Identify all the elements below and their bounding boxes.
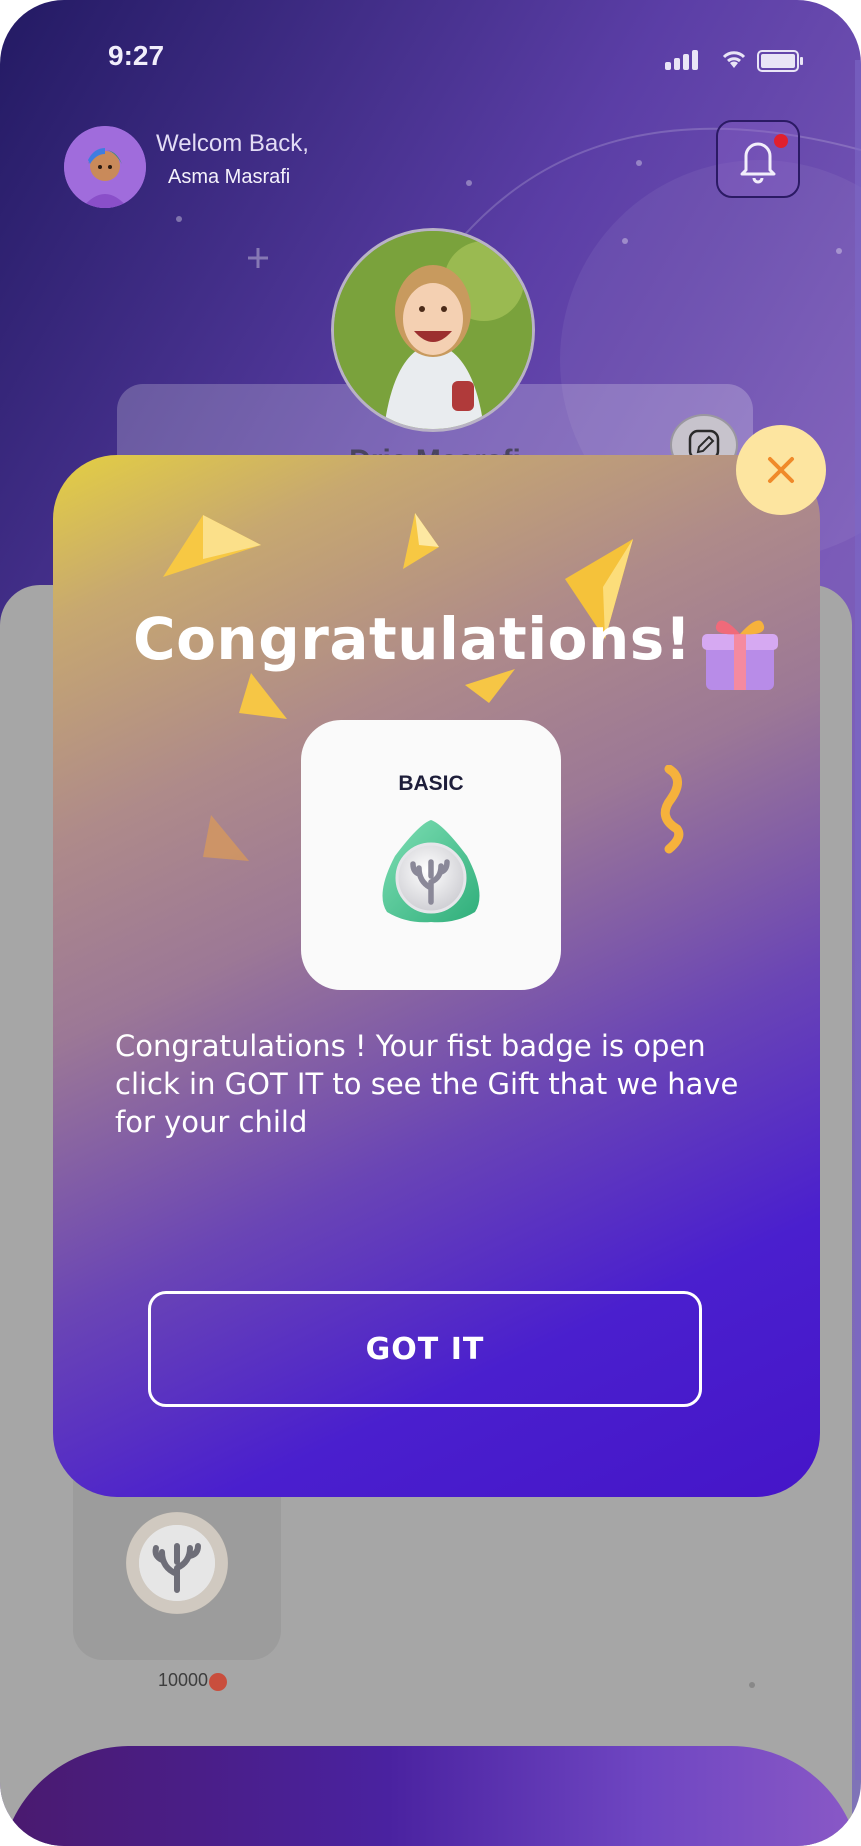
- welcome-text: Welcom Back,: [156, 130, 309, 157]
- confetti-shard-icon: [163, 515, 261, 577]
- modal-title: Congratulations!: [133, 605, 692, 673]
- badge-level-card: BASIC: [301, 720, 561, 990]
- notification-dot: [774, 134, 788, 148]
- avatar-illustration: [64, 126, 146, 208]
- confetti-ribbon-icon: [660, 765, 684, 854]
- decor-dot: [636, 160, 642, 166]
- star-icon: [209, 1673, 227, 1691]
- modal-message: Congratulations ! Your fist badge is ope…: [115, 1029, 739, 1139]
- bottom-tab-bar: [0, 1746, 861, 1846]
- user-avatar[interactable]: [64, 126, 146, 208]
- child-photo: [331, 228, 535, 432]
- close-modal-button[interactable]: [736, 425, 826, 515]
- coral-icon: [139, 1525, 215, 1601]
- child-photo-illustration: [334, 231, 532, 429]
- congratulations-modal: Congratulations! BASIC Congratulations !…: [53, 455, 820, 1497]
- badge-level-label: BASIC: [398, 772, 464, 795]
- bell-icon: [740, 142, 776, 184]
- badge-points: 10000: [158, 1670, 209, 1690]
- decor-dot: [176, 216, 182, 222]
- decor-dot: [466, 180, 472, 186]
- notification-button[interactable]: [716, 120, 800, 198]
- confetti-shard-icon: [203, 815, 249, 861]
- close-icon: [768, 457, 794, 483]
- gift-icon: [702, 620, 778, 690]
- decor-dot: [836, 248, 842, 254]
- phone-screen: 9:27 Welcom Back, Asma Masrafi 10000 Con…: [0, 0, 861, 1846]
- decor-dot: [749, 1682, 755, 1688]
- coral-badge-icon: [382, 820, 480, 923]
- decor-dot: [622, 238, 628, 244]
- user-name: Asma Masrafi: [168, 166, 291, 188]
- confetti-shard-icon: [239, 673, 287, 719]
- got-it-button[interactable]: GOT IT: [148, 1291, 702, 1407]
- confetti-shard-icon: [403, 513, 439, 569]
- background-coral-badge-icon: [126, 1512, 228, 1614]
